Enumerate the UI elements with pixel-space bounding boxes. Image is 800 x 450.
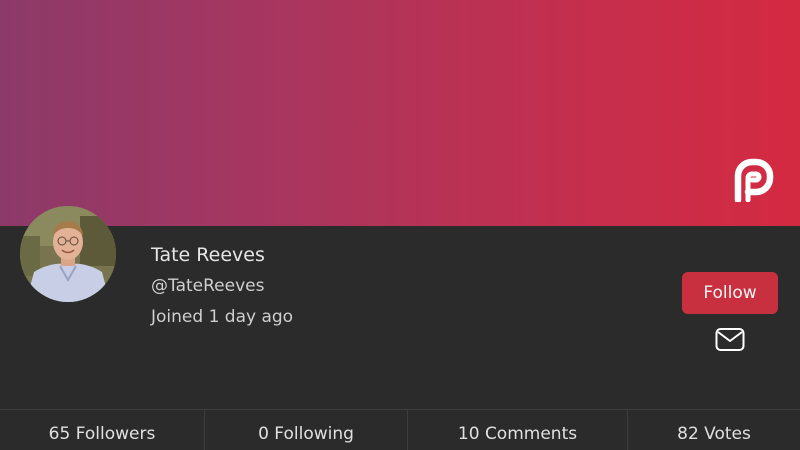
envelope-icon[interactable] bbox=[715, 327, 745, 353]
joined-date: Joined 1 day ago bbox=[151, 307, 294, 327]
avatar[interactable] bbox=[20, 206, 116, 302]
follow-button[interactable]: Follow bbox=[682, 272, 778, 314]
stat-following[interactable]: 0 Following bbox=[204, 410, 407, 450]
profile-name: Tate Reeves bbox=[151, 244, 265, 266]
avatar-photo bbox=[20, 206, 116, 302]
stat-votes[interactable]: 82 Votes bbox=[627, 410, 800, 450]
stat-followers[interactable]: 65 Followers bbox=[0, 410, 204, 450]
profile-stats: 65 Followers 0 Following 10 Comments 82 … bbox=[0, 409, 800, 450]
parler-logo-icon bbox=[734, 158, 774, 202]
profile-banner bbox=[0, 0, 800, 226]
profile-handle: @TateReeves bbox=[151, 276, 265, 296]
stat-comments[interactable]: 10 Comments bbox=[407, 410, 627, 450]
profile-card: Tate Reeves @TateReeves Joined 1 day ago… bbox=[0, 0, 800, 450]
